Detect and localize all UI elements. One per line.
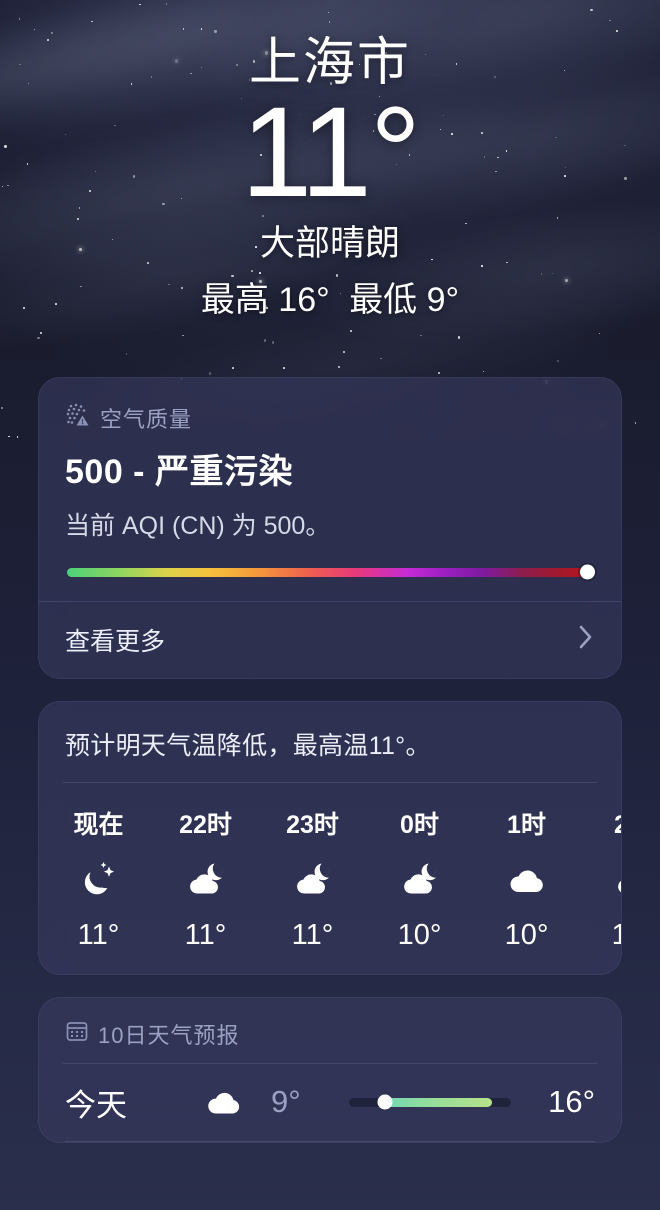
daily-forecast-card[interactable]: 10日天气预报 今天 9° 16° xyxy=(38,996,622,1143)
high-low-temperature: 最高 16° 最低 9° xyxy=(0,272,660,321)
hourly-temperature: 10° xyxy=(612,919,621,952)
see-more-label: 查看更多 xyxy=(65,627,166,656)
daily-current-dot xyxy=(377,1094,393,1110)
hourly-scroll-strip[interactable]: 现在 11°22时 11°23时 11°0时 10°1时 10°2时 10° xyxy=(39,783,621,974)
star xyxy=(420,334,422,337)
hourly-forecast-card[interactable]: 预计明天气温降低，最高温11°。 现在 11° 22时 11° 23时 11° 0时 … xyxy=(38,700,622,975)
hourly-temperature: 11° xyxy=(291,918,334,951)
hourly-temperature: 10° xyxy=(397,918,442,951)
star xyxy=(380,357,382,360)
hourly-time: 现在 xyxy=(73,810,124,839)
hourly-time: 23时 xyxy=(286,810,339,839)
moon-stars-icon xyxy=(76,857,122,903)
chevron-right-icon xyxy=(577,622,595,657)
star xyxy=(125,353,128,355)
hourly-item[interactable]: 1时 10° xyxy=(473,805,580,952)
star xyxy=(342,350,346,354)
aqi-gradient-bar xyxy=(67,567,593,577)
hourly-temperature: 10° xyxy=(504,918,549,951)
current-condition: 大部晴朗 xyxy=(259,223,400,263)
cloud-icon xyxy=(181,1080,267,1124)
star xyxy=(37,336,40,339)
air-quality-label: 空气质量 xyxy=(100,406,193,432)
daily-forecast-label: 10日天气预报 xyxy=(98,1022,240,1048)
daily-range-fill xyxy=(378,1097,492,1107)
air-quality-card[interactable]: 空气质量 500 - 严重污染 当前 AQI (CN) 为 500。 查看更多 xyxy=(38,376,622,679)
current-weather-hero: 上海市 11° 大部晴朗 最高 16° 最低 9° xyxy=(0,0,660,321)
divider xyxy=(65,1140,595,1142)
daily-forecast-header: 10日天气预报 xyxy=(39,998,621,1063)
daily-low-temperature: 9° xyxy=(271,1084,301,1120)
daily-high-temperature: 16° xyxy=(548,1084,595,1120)
aqi-particles-warning-icon xyxy=(65,402,91,433)
current-temperature: 11° xyxy=(240,81,421,225)
calendar-icon xyxy=(65,1019,89,1048)
hourly-item[interactable]: 22时 11° xyxy=(152,805,259,952)
daily-temperature-range xyxy=(349,1094,511,1110)
star xyxy=(350,330,352,332)
daily-rows-container: 今天 9° 16° xyxy=(39,1064,621,1141)
daily-day-label: 今天 xyxy=(65,1087,127,1123)
air-quality-title: 500 - 严重污染 xyxy=(65,452,293,491)
high-temperature: 最高 16° xyxy=(200,280,330,319)
air-quality-scale xyxy=(67,564,595,580)
cloud-icon xyxy=(504,857,550,903)
daily-forecast-row[interactable]: 今天 9° 16° xyxy=(39,1064,621,1141)
cloud-moon-icon xyxy=(183,857,229,903)
hourly-time: 1时 xyxy=(507,810,546,839)
star xyxy=(40,332,42,334)
star xyxy=(272,341,275,344)
hourly-temperature: 11° xyxy=(184,918,227,951)
hourly-temperature: 11° xyxy=(77,918,120,951)
hourly-item[interactable]: 0时 10° xyxy=(366,805,473,952)
cards-container: 空气质量 500 - 严重污染 当前 AQI (CN) 为 500。 查看更多 xyxy=(0,376,660,1143)
star xyxy=(263,339,266,342)
hourly-item[interactable]: 23时 11° xyxy=(259,805,366,952)
star xyxy=(457,336,461,339)
hourly-time: 2时 xyxy=(614,805,621,841)
star xyxy=(283,367,285,369)
star xyxy=(337,365,340,369)
air-quality-body: 空气质量 500 - 严重污染 当前 AQI (CN) 为 500。 xyxy=(39,378,621,580)
low-temperature: 最低 9° xyxy=(349,280,460,319)
aqi-indicator-dot xyxy=(580,564,595,580)
star xyxy=(232,367,234,369)
star xyxy=(182,334,184,337)
cloud-moon-icon xyxy=(397,857,443,903)
hourly-item[interactable]: 现在 11° xyxy=(45,805,152,952)
star xyxy=(598,332,601,335)
star xyxy=(557,360,559,362)
hourly-time: 22时 xyxy=(179,810,232,839)
star xyxy=(482,370,485,373)
air-quality-header: 空气质量 xyxy=(65,402,595,434)
weather-app-screen: 上海市 11° 大部晴朗 最高 16° 最低 9° 空气质量 500 - 严重污… xyxy=(0,0,660,1210)
cloud-moon-icon xyxy=(290,857,336,903)
air-quality-description: 当前 AQI (CN) 为 500。 xyxy=(65,511,331,540)
star xyxy=(438,372,440,374)
hourly-summary: 预计明天气温降低，最高温11°。 xyxy=(65,731,431,760)
see-more-row[interactable]: 查看更多 xyxy=(39,600,621,678)
star xyxy=(209,372,212,375)
hourly-time: 0时 xyxy=(400,810,439,839)
cloud-moon-icon xyxy=(611,857,621,903)
hourly-item[interactable]: 2时 10° xyxy=(580,805,621,952)
